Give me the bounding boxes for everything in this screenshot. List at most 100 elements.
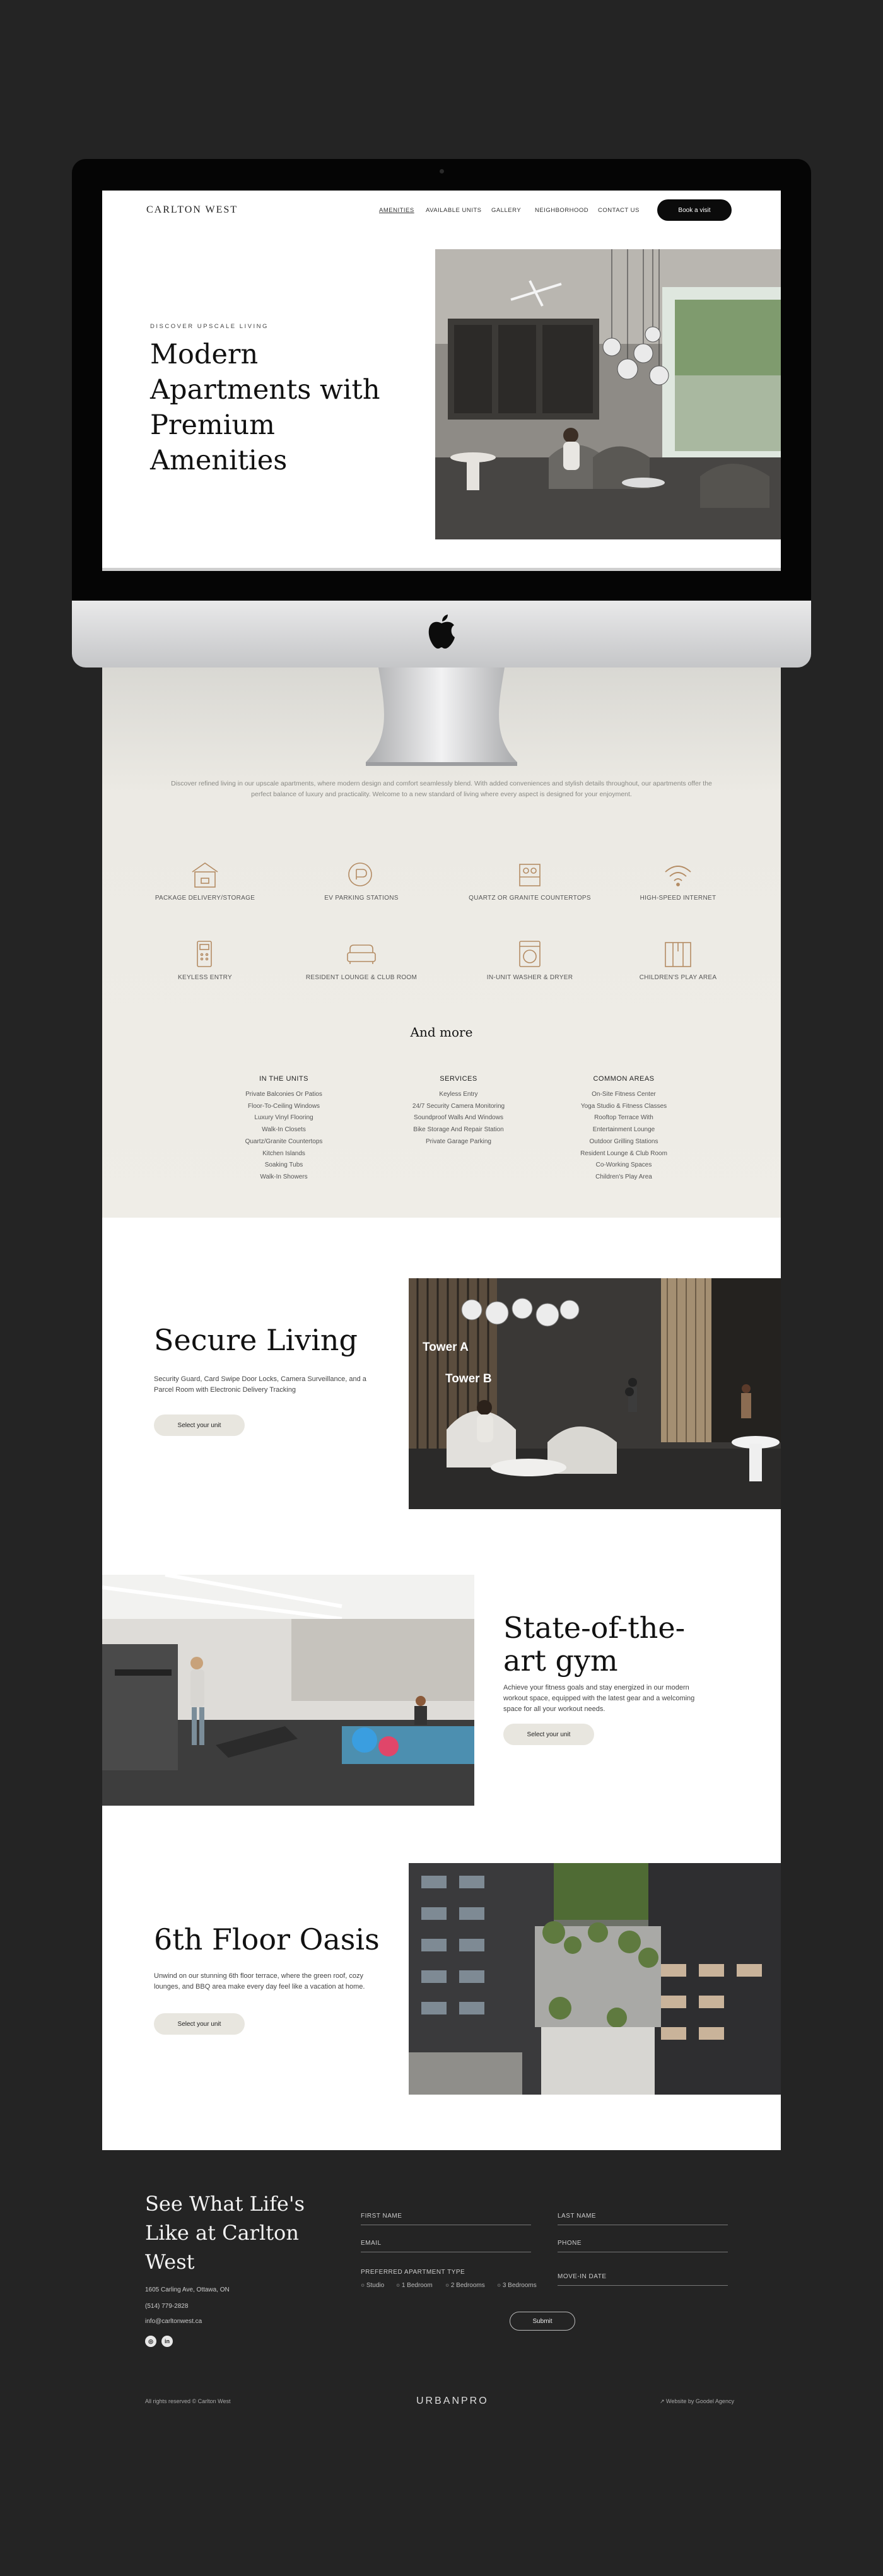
list-item: Private Balconies Or Patios — [245, 1091, 322, 1098]
list-item: Quartz/Granite Countertops — [245, 1138, 323, 1145]
footer-email[interactable]: info@carltonwest.ca — [145, 2318, 202, 2325]
list-item: Kitchen Islands — [262, 1150, 305, 1157]
amenity-item: PACKAGE DELIVERY/STORAGE — [142, 859, 268, 902]
amenity-item: HIGH-SPEED INTERNET — [615, 859, 741, 902]
amenity-item: QUARTZ OR GRANITE COUNTERTOPS — [467, 859, 593, 902]
list-item: Children's Play Area — [595, 1173, 652, 1180]
list-item: Private Garage Parking — [426, 1138, 491, 1145]
apt-type-label: PREFERRED APARTMENT TYPE — [361, 2269, 465, 2276]
nav-link-contact[interactable]: CONTACT US — [598, 207, 640, 214]
amenity-item: EV PARKING STATIONS — [298, 859, 424, 902]
list-item: Bike Storage And Repair Station — [413, 1126, 504, 1134]
amenity-item: RESIDENT LOUNGE & CLUB ROOM — [298, 939, 424, 981]
nav-link-amenities[interactable]: AMENITIES — [379, 207, 414, 214]
feature-text-gym: Achieve your fitness goals and stay ener… — [503, 1684, 695, 1713]
agency-credit[interactable]: ↗ Website by Goodel Agency — [660, 2398, 734, 2405]
feature-title-gym: State-of-the-art gym — [503, 1611, 686, 1678]
move-in-field[interactable] — [558, 2285, 728, 2286]
amenity-label: EV PARKING STATIONS — [324, 895, 399, 902]
nav-link-available-units[interactable]: AVAILABLE UNITS — [426, 207, 481, 214]
list-item: Walk-In Closets — [262, 1126, 306, 1134]
countertop-icon — [519, 864, 541, 886]
amenity-label: KEYLESS ENTRY — [178, 974, 232, 981]
agency-credit-text: Website by Goodel Agency — [666, 2398, 734, 2404]
list-item: Co-Working Spaces — [595, 1162, 652, 1169]
gym-image — [102, 1575, 474, 1806]
instagram-icon[interactable]: ◎ — [145, 2336, 156, 2347]
list-item: Keyless Entry — [439, 1091, 478, 1098]
amenity-label: QUARTZ OR GRANITE COUNTERTOPS — [469, 895, 591, 902]
nav-link-gallery[interactable]: GALLERY — [491, 207, 521, 214]
radio-3-bedrooms-label: 3 Bedrooms — [502, 2282, 537, 2289]
radio-2-bedrooms-label: 2 Bedrooms — [450, 2282, 485, 2289]
camera-dot — [440, 169, 444, 173]
footer-address: 1605 Carling Ave, Ottawa, ON — [145, 2286, 230, 2293]
list-item: Soundproof Walls And Windows — [414, 1114, 503, 1122]
list-item: On-Site Fitness Center — [592, 1091, 656, 1098]
amenity-item: IN-UNIT WASHER & DRYER — [467, 939, 593, 981]
washer-icon — [519, 941, 541, 967]
phone-label: PHONE — [558, 2240, 582, 2247]
book-visit-button[interactable]: Book a visit — [657, 199, 732, 221]
wifi-icon — [665, 866, 691, 886]
radio-studio[interactable]: ○ Studio — [361, 2282, 384, 2289]
last-name-label: LAST NAME — [558, 2213, 596, 2220]
list-item: Entertainment Lounge — [592, 1126, 655, 1134]
site-logo[interactable]: CARLTON WEST — [146, 204, 238, 216]
feature-text-secure: Security Guard, Card Swipe Door Locks, C… — [154, 1375, 366, 1394]
list-item: Luxury Vinyl Flooring — [254, 1114, 313, 1122]
list-item: Walk-In Showers — [260, 1173, 308, 1180]
hero-lounge-image — [435, 249, 781, 539]
apple-logo-icon — [426, 613, 457, 650]
amenity-label: CHILDREN'S PLAY AREA — [639, 974, 717, 981]
column-list-common: On-Site Fitness Center Yoga Studio & Fit… — [548, 1089, 699, 1184]
amenity-label: HIGH-SPEED INTERNET — [640, 895, 716, 902]
secure-lobby-image: Tower A Tower B — [409, 1278, 781, 1509]
amenity-label: IN-UNIT WASHER & DRYER — [486, 974, 573, 981]
footer-title: See What Life's Like at Carlton West — [145, 2192, 305, 2274]
imac-stand — [328, 668, 555, 768]
select-unit-button[interactable]: Select your unit — [154, 1414, 245, 1436]
select-unit-button[interactable]: Select your unit — [503, 1724, 594, 1745]
column-list-services: Keyless Entry 24/7 Security Camera Monit… — [383, 1089, 534, 1148]
radio-2-bedrooms[interactable]: ○ 2 Bedrooms — [445, 2282, 485, 2289]
nav-link-neighborhood[interactable]: NEIGHBORHOOD — [535, 207, 588, 214]
amenity-label: RESIDENT LOUNGE & CLUB ROOM — [305, 974, 418, 981]
tower-b-sign: Tower B — [445, 1372, 492, 1385]
package-icon — [192, 862, 218, 888]
email-label: EMAIL — [361, 2240, 382, 2247]
sofa-icon — [347, 944, 376, 964]
amenity-item: KEYLESS ENTRY — [142, 939, 268, 981]
radio-1-bedroom-label: 1 Bedroom — [401, 2282, 433, 2289]
list-item: Outdoor Grilling Stations — [589, 1138, 658, 1145]
and-more-heading: And more — [410, 1025, 473, 1040]
column-heading-units: IN THE UNITS — [259, 1075, 308, 1083]
urbanpro-logo[interactable]: URBANPRO — [416, 2396, 489, 2407]
copyright-text: All rights reserved © Carlton West — [145, 2398, 231, 2404]
column-heading-services: SERVICES — [440, 1075, 477, 1083]
list-item: Rooftop Terrace With — [594, 1114, 653, 1122]
play-area-icon — [665, 942, 691, 967]
ev-charging-icon — [348, 862, 372, 886]
select-unit-button[interactable]: Select your unit — [154, 2013, 245, 2035]
amenity-label: PACKAGE DELIVERY/STORAGE — [155, 895, 255, 902]
radio-1-bedroom[interactable]: ○ 1 Bedroom — [396, 2282, 433, 2289]
column-list-units: Private Balconies Or Patios Floor-To-Cei… — [208, 1089, 360, 1184]
feature-title-secure: Secure Living — [154, 1323, 358, 1357]
hero-eyebrow: DISCOVER UPSCALE LIVING — [150, 323, 269, 330]
amenity-item: CHILDREN'S PLAY AREA — [615, 939, 741, 981]
amenities-intro: Discover refined living in our upscale a… — [171, 780, 712, 798]
radio-studio-label: Studio — [366, 2282, 385, 2289]
footer-phone[interactable]: (514) 779-2828 — [145, 2303, 188, 2310]
list-item: Floor-To-Ceiling Windows — [248, 1102, 320, 1110]
radio-3-bedrooms[interactable]: ○ 3 Bedrooms — [497, 2282, 537, 2289]
column-heading-common: COMMON AREAS — [593, 1075, 655, 1083]
list-item: Soaking Tubs — [264, 1162, 303, 1169]
list-item: 24/7 Security Camera Monitoring — [412, 1102, 505, 1110]
linkedin-icon[interactable]: in — [161, 2336, 173, 2347]
hero-title: Modern Apartments with Premium Amenities — [150, 339, 380, 476]
submit-button[interactable]: Submit — [510, 2312, 575, 2331]
move-in-label: MOVE-IN DATE — [558, 2273, 607, 2280]
rooftop-terrace-image — [409, 1863, 781, 2095]
feature-title-oasis: 6th Floor Oasis — [154, 1922, 380, 1956]
